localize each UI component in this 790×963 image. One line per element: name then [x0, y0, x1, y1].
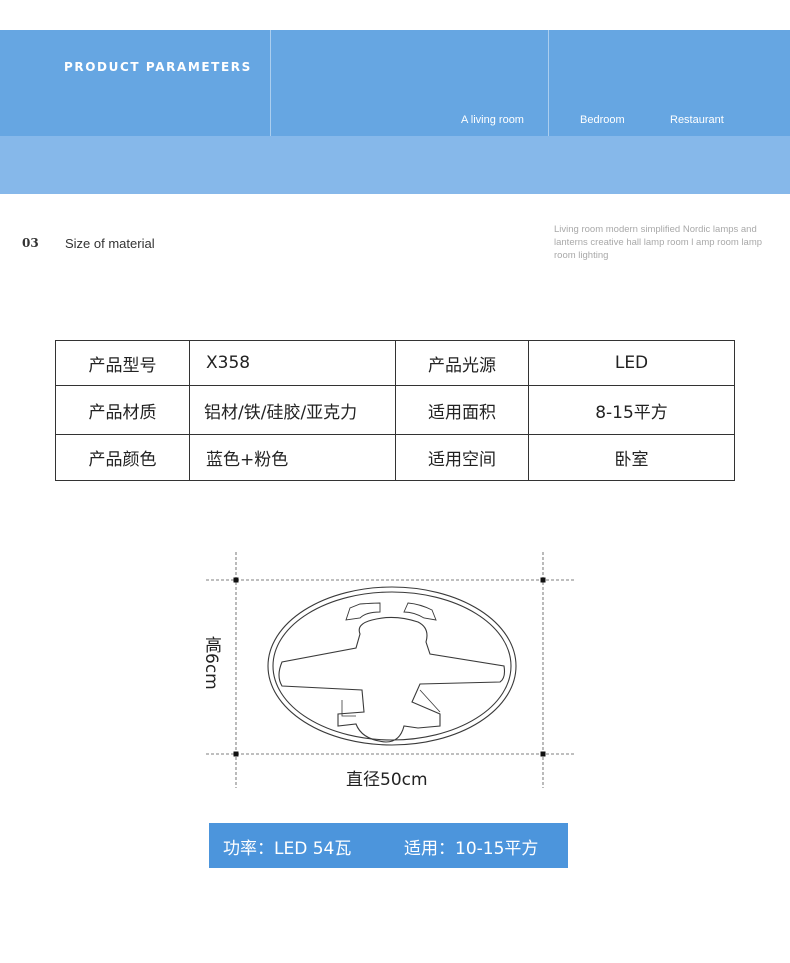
banner-strip	[0, 136, 790, 194]
power-spec: 功率：LED 54瓦	[223, 839, 352, 859]
diameter-label: 直径50cm	[346, 770, 428, 790]
param-value: LED	[528, 340, 735, 386]
lamp-dimension-diagram	[206, 552, 574, 788]
banner-title: PRODUCT PARAMETERS	[64, 60, 252, 74]
param-label: 产品型号	[55, 340, 190, 386]
param-value: 卧室	[528, 434, 735, 481]
param-label: 产品材质	[55, 385, 190, 435]
param-value: 蓝色+粉色	[189, 434, 396, 481]
table-row: 产品材质 铝材/铁/硅胶/亚克力 适用面积 8-15平方	[55, 385, 735, 435]
param-value: X358	[189, 340, 396, 386]
spec-bar: 功率：LED 54瓦 适用：10-15平方	[209, 823, 568, 868]
tab-bedroom: Bedroom	[580, 114, 625, 126]
param-value: 8-15平方	[528, 385, 735, 435]
section-description: Living room modern simplified Nordic lam…	[554, 224, 763, 261]
table-row: 产品颜色 蓝色+粉色 适用空间 卧室	[55, 434, 735, 481]
height-label: 高6cm	[201, 636, 221, 690]
param-label: 产品光源	[395, 340, 529, 386]
parameters-table: 产品型号 X358 产品光源 LED 产品材质 铝材/铁/硅胶/亚克力 适用面积…	[55, 340, 735, 481]
param-label: 产品颜色	[55, 434, 190, 481]
param-value: 铝材/铁/硅胶/亚克力	[189, 385, 396, 435]
section-title: Size of material	[65, 236, 155, 251]
lamp-outline-icon	[267, 586, 517, 746]
area-spec: 适用：10-15平方	[404, 839, 539, 859]
tab-living-room: A living room	[461, 114, 524, 126]
param-label: 适用空间	[395, 434, 529, 481]
param-label: 适用面积	[395, 385, 529, 435]
tab-restaurant: Restaurant	[670, 114, 724, 126]
banner-divider	[270, 30, 271, 136]
table-row: 产品型号 X358 产品光源 LED	[55, 340, 735, 386]
banner-divider	[548, 30, 549, 136]
section-number: 03	[22, 236, 39, 250]
